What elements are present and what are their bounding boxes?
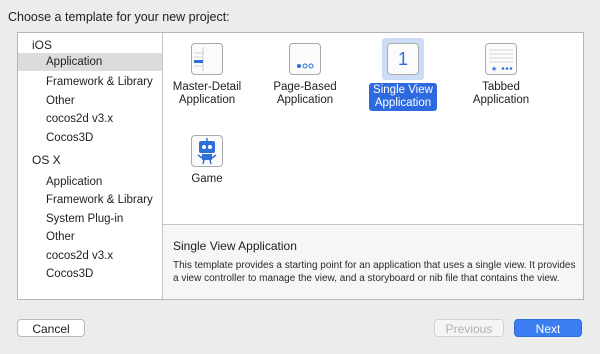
game-icon <box>191 135 223 167</box>
previous-button[interactable]: Previous <box>434 319 504 337</box>
single-view-icon-number: 1 <box>397 48 408 69</box>
dialog-title: Choose a template for your new project: <box>8 10 230 24</box>
svg-text:★: ★ <box>491 65 497 73</box>
sidebar-item-osx-application[interactable]: Application <box>18 173 162 191</box>
template-label-line2: Application <box>374 97 432 109</box>
next-button[interactable]: Next <box>514 319 582 337</box>
sidebar-item-ios-framework-library[interactable]: Framework & Library <box>18 73 162 91</box>
cancel-button[interactable]: Cancel <box>17 319 85 337</box>
page-based-icon <box>289 43 321 75</box>
template-label-line2: Application <box>472 94 530 106</box>
template-grid: Master-Detail Application Page-Based App… <box>163 33 583 223</box>
sidebar-item-ios-application[interactable]: Application <box>18 53 162 71</box>
sidebar-item-osx-cocos3d[interactable]: Cocos3D <box>18 265 162 283</box>
sidebar-item-osx-framework-library[interactable]: Framework & Library <box>18 191 162 209</box>
sidebar-group-osx: OS X <box>32 153 61 167</box>
template-label-line1: Single View <box>373 84 433 96</box>
master-detail-icon <box>191 43 223 75</box>
tabbed-icon: ★ <box>485 43 517 75</box>
template-page-based[interactable]: Page-Based Application <box>263 35 347 125</box>
sidebar-item-ios-other[interactable]: Other <box>18 92 162 110</box>
sidebar-item-ios-cocos3d[interactable]: Cocos3D <box>18 129 162 147</box>
template-tabbed[interactable]: ★ Tabbed Application <box>459 35 543 125</box>
template-game[interactable]: Game <box>165 127 249 207</box>
template-label-line2: Application <box>178 94 236 106</box>
sidebar-group-ios: iOS <box>32 38 53 52</box>
description-title: Single View Application <box>173 239 297 253</box>
sidebar-item-ios-cocos2d[interactable]: cocos2d v3.x <box>18 110 162 128</box>
sidebar-item-osx-system-plugin[interactable]: System Plug-in <box>18 210 162 228</box>
description-body: This template provides a starting point … <box>173 260 576 284</box>
template-single-view[interactable]: 1 Single View Application <box>361 35 445 125</box>
template-label-line1: Page-Based <box>273 81 337 93</box>
template-label-line1: Master-Detail <box>172 81 242 93</box>
platform-sidebar: iOS Application Framework & Library Othe… <box>18 33 163 299</box>
template-chooser-panel: iOS Application Framework & Library Othe… <box>17 32 584 300</box>
template-label-line1: Tabbed <box>482 81 520 93</box>
single-view-icon: 1 <box>387 43 419 75</box>
template-description: Single View Application This template pr… <box>163 224 583 299</box>
sidebar-item-osx-other[interactable]: Other <box>18 228 162 246</box>
template-label-line1: Game <box>191 173 223 185</box>
template-label-line2: Application <box>276 94 334 106</box>
sidebar-item-osx-cocos2d[interactable]: cocos2d v3.x <box>18 247 162 265</box>
template-master-detail[interactable]: Master-Detail Application <box>165 35 249 125</box>
